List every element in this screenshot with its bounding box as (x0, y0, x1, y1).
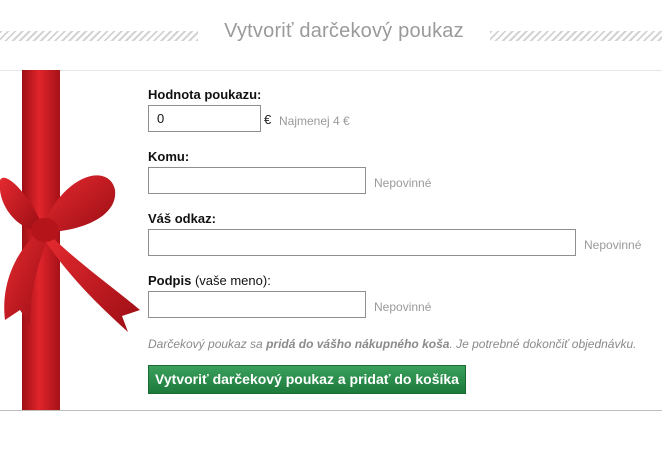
signature-label-bold: Podpis (148, 273, 192, 288)
recipient-input[interactable] (148, 167, 366, 194)
message-label: Váš odkaz: (148, 211, 216, 226)
signature-label-rest: (vaše meno): (191, 273, 271, 288)
header-stripe-left (0, 31, 198, 41)
cart-note-bold: pridá do vášho nákupného koša (266, 337, 450, 351)
signature-label: Podpis (vaše meno): (148, 273, 271, 288)
currency-symbol: € (264, 112, 272, 127)
voucher-value-hint: Najmenej 4 € (279, 114, 350, 128)
signature-optional-hint: Nepovinné (374, 300, 432, 314)
message-input[interactable] (148, 229, 576, 256)
page-header: Vytvoriť darčekový poukaz (0, 0, 662, 70)
gift-ribbon-image (0, 70, 140, 410)
cart-note-text-2: . Je potrebné dokončiť objednávku. (449, 337, 637, 351)
header-stripe-right (490, 31, 662, 41)
cart-note: Darčekový poukaz sa pridá do vášho nákup… (148, 337, 636, 351)
voucher-value-input[interactable] (148, 105, 261, 132)
voucher-value-label: Hodnota poukazu: (148, 87, 262, 102)
message-optional-hint: Nepovinné (584, 238, 642, 252)
recipient-label: Komu: (148, 149, 190, 164)
recipient-optional-hint: Nepovinné (374, 176, 432, 190)
signature-input[interactable] (148, 291, 366, 318)
create-voucher-button[interactable]: Vytvoriť darčekový poukaz a pridať do ko… (148, 365, 466, 394)
cart-note-text-1: Darčekový poukaz sa (148, 337, 267, 351)
page-title: Vytvoriť darčekový poukaz (224, 20, 464, 42)
